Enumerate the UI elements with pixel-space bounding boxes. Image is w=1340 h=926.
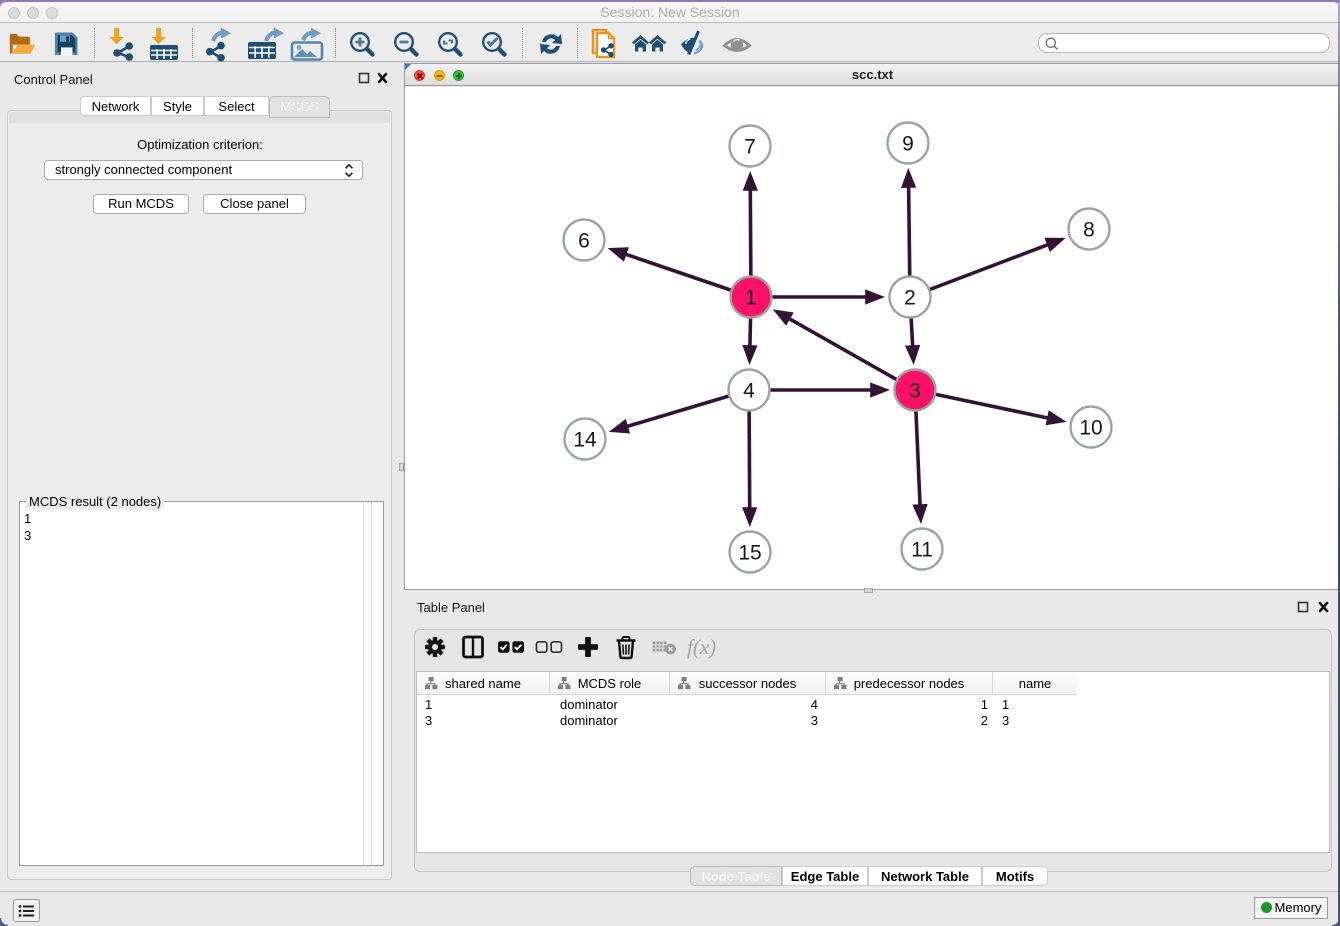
svg-text:2: 2 <box>904 287 916 310</box>
svg-text:7: 7 <box>744 136 756 159</box>
svg-text:f(x): f(x) <box>687 635 716 659</box>
svg-text:8: 8 <box>1083 219 1095 242</box>
svg-text:11: 11 <box>911 539 933 562</box>
svg-text:3: 3 <box>909 380 921 403</box>
svg-text:9: 9 <box>902 133 914 156</box>
svg-text:10: 10 <box>1079 417 1102 440</box>
svg-text:14: 14 <box>573 429 597 452</box>
svg-text:15: 15 <box>738 542 761 565</box>
svg-text:6: 6 <box>578 230 590 253</box>
svg-text:1: 1 <box>745 287 757 310</box>
svg-text:4: 4 <box>743 380 755 403</box>
